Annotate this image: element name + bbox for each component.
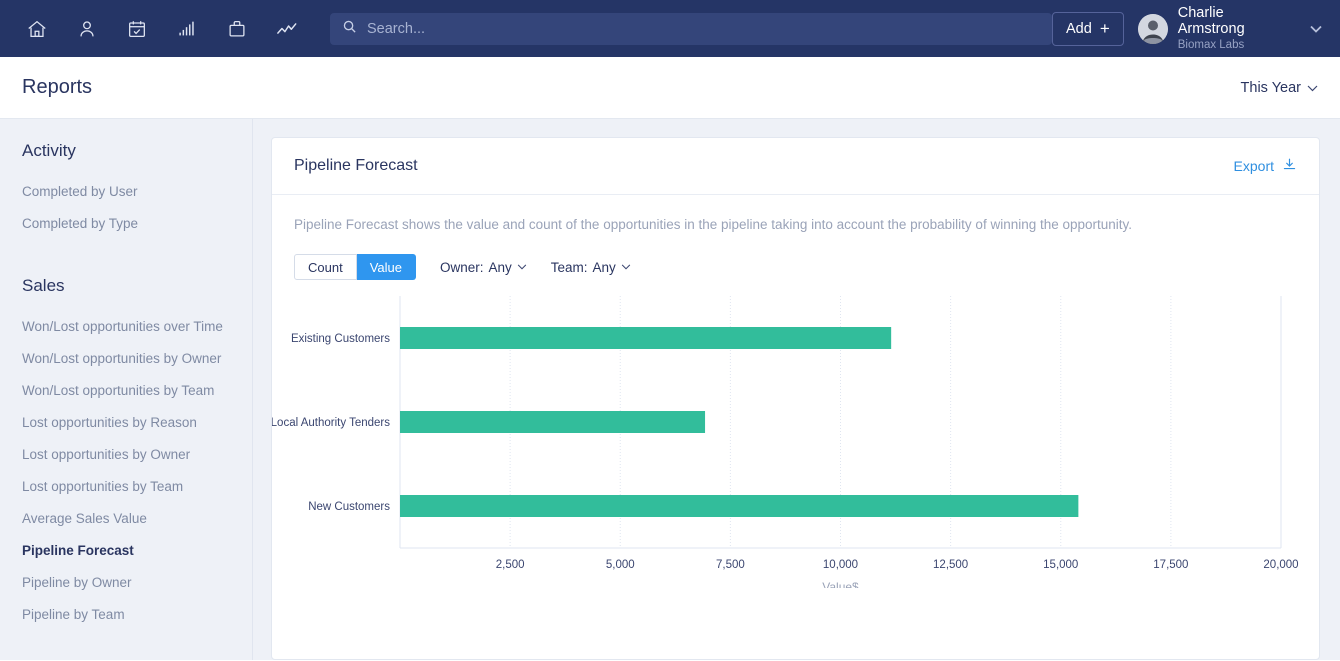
chart-svg: Existing Customers Local Authority Tender… — [272, 296, 1299, 588]
chart-bar[interactable] — [400, 495, 1079, 517]
chevron-down-icon — [517, 262, 527, 273]
sidebar-item-pipeline-forecast[interactable]: Pipeline Forecast — [22, 538, 252, 570]
sidebar-item-completed-by-type[interactable]: Completed by Type — [22, 211, 252, 243]
add-button[interactable]: Add + — [1052, 11, 1124, 46]
chart-x-tick-label: 10,000 — [823, 559, 858, 571]
sidebar-group-activity: Activity Completed by User Completed by … — [22, 141, 252, 243]
team-filter-value: Any — [592, 259, 616, 275]
pipeline-forecast-chart: Existing Customers Local Authority Tender… — [272, 288, 1319, 659]
chart-x-tick-label: 2,500 — [496, 559, 525, 571]
chart-x-tick-label: 5,000 — [606, 559, 635, 571]
nav-icon-group — [18, 10, 306, 48]
search-input[interactable] — [367, 20, 1040, 37]
navbar-right: Add + Charlie Armstrong Biomax Labs — [1052, 5, 1328, 53]
export-button[interactable]: Export — [1234, 157, 1297, 175]
chart-category-label: New Customers — [308, 501, 390, 513]
sidebar-item-wonlost-by-owner[interactable]: Won/Lost opportunities by Owner — [22, 346, 252, 378]
sidebar-item-wonlost-over-time[interactable]: Won/Lost opportunities over Time — [22, 314, 252, 346]
sidebar: Activity Completed by User Completed by … — [0, 119, 253, 660]
sidebar-item-lost-by-owner[interactable]: Lost opportunities by Owner — [22, 442, 252, 474]
search-icon — [342, 19, 357, 39]
sidebar-item-average-sales-value[interactable]: Average Sales Value — [22, 506, 252, 538]
user-menu[interactable]: Charlie Armstrong Biomax Labs — [1137, 5, 1322, 53]
team-filter[interactable]: Team: Any — [551, 260, 631, 275]
chart-bar[interactable] — [400, 327, 892, 349]
owner-filter[interactable]: Owner: Any — [440, 260, 527, 275]
add-button-label: Add — [1066, 20, 1092, 37]
page-header: Reports This Year — [0, 57, 1340, 119]
body: Activity Completed by User Completed by … — [0, 119, 1340, 660]
sidebar-item-lost-by-team[interactable]: Lost opportunities by Team — [22, 474, 252, 506]
chevron-down-icon[interactable] — [1310, 25, 1322, 33]
chart-x-tick-label: 15,000 — [1043, 559, 1078, 571]
sidebar-item-completed-by-user[interactable]: Completed by User — [22, 179, 252, 211]
trend-line-icon[interactable] — [268, 10, 306, 48]
chart-x-tick-label: 7,500 — [716, 559, 745, 571]
plus-icon: + — [1099, 19, 1110, 38]
metric-toggle-group: Count Value — [294, 254, 416, 280]
toggle-value-button[interactable]: Value — [356, 254, 416, 280]
search-bar[interactable] — [330, 12, 1052, 45]
sidebar-item-pipeline-by-team[interactable]: Pipeline by Team — [22, 602, 252, 634]
chart-toolbar: Count Value Owner: Any Team: Any — [272, 232, 1319, 280]
team-filter-label: Team: — [550, 259, 588, 275]
main-content: Pipeline Forecast Export Pipeline Foreca… — [253, 119, 1340, 660]
period-selector[interactable]: This Year — [1241, 80, 1318, 96]
chart-x-axis-title: Value$ — [822, 580, 859, 588]
home-icon[interactable] — [18, 10, 56, 48]
card-header: Pipeline Forecast Export — [272, 138, 1319, 195]
sidebar-item-lost-by-reason[interactable]: Lost opportunities by Reason — [22, 410, 252, 442]
chart-x-tick-label: 12,500 — [933, 559, 968, 571]
download-icon — [1282, 157, 1297, 175]
owner-filter-value: Any — [488, 259, 512, 275]
chevron-down-icon — [621, 262, 631, 273]
sidebar-group-title: Sales — [22, 276, 65, 295]
calendar-check-icon[interactable] — [118, 10, 156, 48]
card-description: Pipeline Forecast shows the value and co… — [294, 217, 1133, 232]
owner-filter-label: Owner: — [440, 259, 484, 275]
sidebar-group-title: Activity — [22, 141, 76, 160]
user-org: Biomax Labs — [1177, 39, 1245, 52]
user-name: Charlie Armstrong — [1177, 4, 1245, 38]
card-title: Pipeline Forecast — [294, 157, 418, 174]
user-info: Charlie Armstrong Biomax Labs — [1178, 5, 1290, 53]
page-title: Reports — [22, 76, 93, 98]
report-card: Pipeline Forecast Export Pipeline Foreca… — [271, 137, 1320, 660]
chart-category-label: Local Authority Tenders — [272, 417, 390, 429]
chart-bar[interactable] — [400, 411, 706, 433]
period-label: This Year — [1240, 79, 1301, 96]
avatar — [1137, 13, 1168, 44]
sidebar-item-pipeline-by-owner[interactable]: Pipeline by Owner — [22, 570, 252, 602]
chart-category-label: Existing Customers — [291, 333, 390, 345]
sidebar-item-wonlost-by-team[interactable]: Won/Lost opportunities by Team — [22, 378, 252, 410]
bar-chart-icon[interactable] — [168, 10, 206, 48]
contacts-icon[interactable] — [68, 10, 106, 48]
toggle-count-button[interactable]: Count — [294, 254, 357, 280]
briefcase-icon[interactable] — [218, 10, 256, 48]
chart-x-tick-label: 20,000 — [1263, 559, 1298, 571]
chart-x-tick-label: 17,500 — [1153, 559, 1188, 571]
export-label: Export — [1233, 158, 1274, 174]
top-navbar: Add + Charlie Armstrong Biomax Labs — [0, 0, 1340, 57]
sidebar-group-sales: Sales Won/Lost opportunities over Time W… — [22, 276, 252, 634]
chevron-down-icon — [1307, 80, 1318, 96]
